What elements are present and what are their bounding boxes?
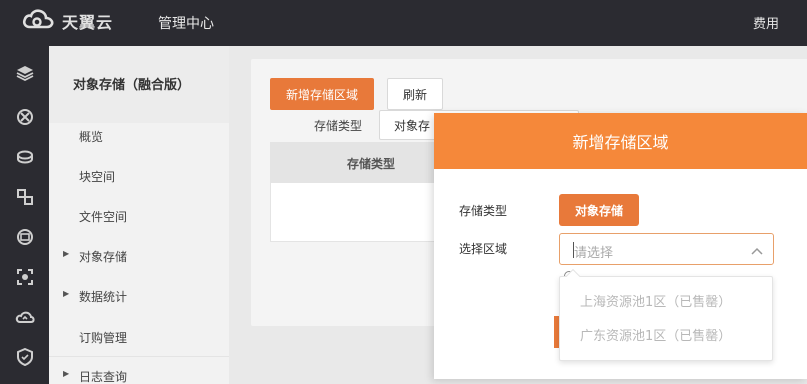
region-select-placeholder: 请选择: [574, 246, 614, 261]
sidebar-item-data-statistics[interactable]: 数据统计: [63, 288, 127, 305]
transfer-icon[interactable]: [15, 187, 35, 207]
sidebar-item-overview[interactable]: 概览: [79, 128, 103, 145]
sidebar-divider: [49, 356, 229, 357]
storage-type-filter-value: 对象存: [394, 119, 431, 133]
storage-icon[interactable]: [15, 147, 35, 167]
chevron-up-icon: [751, 244, 763, 259]
region-select[interactable]: 请选择: [559, 233, 774, 265]
region-option-guangdong-pool-1[interactable]: 广东资源池1区（已售罄）: [580, 325, 731, 344]
security-scan-icon[interactable]: [15, 267, 35, 287]
storage-type-filter-label: 存储类型: [314, 119, 363, 133]
sidebar: 对象存储（融合版） 概览 块空间 文件空间 对象存储 数据统计 订购管理 日志查…: [49, 46, 229, 384]
add-storage-region-button[interactable]: 新增存储区域: [270, 78, 374, 110]
icon-rail: [0, 46, 49, 384]
sidebar-item-block-space[interactable]: 块空间: [79, 168, 115, 185]
brand-logo[interactable]: 天翼云: [22, 9, 113, 33]
cloud-sync-icon[interactable]: [15, 307, 35, 327]
table-header-storage-type: 存储类型: [347, 156, 396, 171]
management-center-link[interactable]: 管理中心: [158, 13, 214, 33]
sidebar-item-file-space[interactable]: 文件空间: [79, 208, 127, 225]
region-dropdown: 上海资源池1区（已售罄） 广东资源池1区（已售罄）: [559, 268, 773, 361]
sidebar-item-object-storage[interactable]: 对象存储: [63, 248, 127, 265]
network-icon[interactable]: [15, 107, 35, 127]
modal-header: 新增存储区域: [434, 113, 807, 169]
refresh-button[interactable]: 刷新: [387, 78, 443, 110]
region-label: 选择区域: [459, 242, 508, 256]
layers-icon[interactable]: [15, 63, 35, 83]
brand-name: 天翼云: [62, 13, 114, 32]
shield-icon[interactable]: [15, 347, 35, 367]
database-icon[interactable]: [15, 227, 35, 247]
sidebar-item-log-query[interactable]: 日志查询: [63, 368, 127, 384]
region-option-shanghai-pool-1[interactable]: 上海资源池1区（已售罄）: [580, 291, 731, 310]
modal-title: 新增存储区域: [572, 133, 669, 152]
storage-type-label: 存储类型: [459, 204, 508, 218]
top-bar: 天翼云 管理中心 费用: [0, 0, 807, 46]
cloud-logo-icon: [22, 8, 56, 34]
sidebar-item-order-management[interactable]: 订购管理: [79, 329, 127, 346]
sidebar-title: 对象存储（融合版）: [73, 78, 191, 93]
storage-type-option-object-storage[interactable]: 对象存储: [559, 194, 639, 226]
billing-link[interactable]: 费用: [753, 13, 779, 32]
